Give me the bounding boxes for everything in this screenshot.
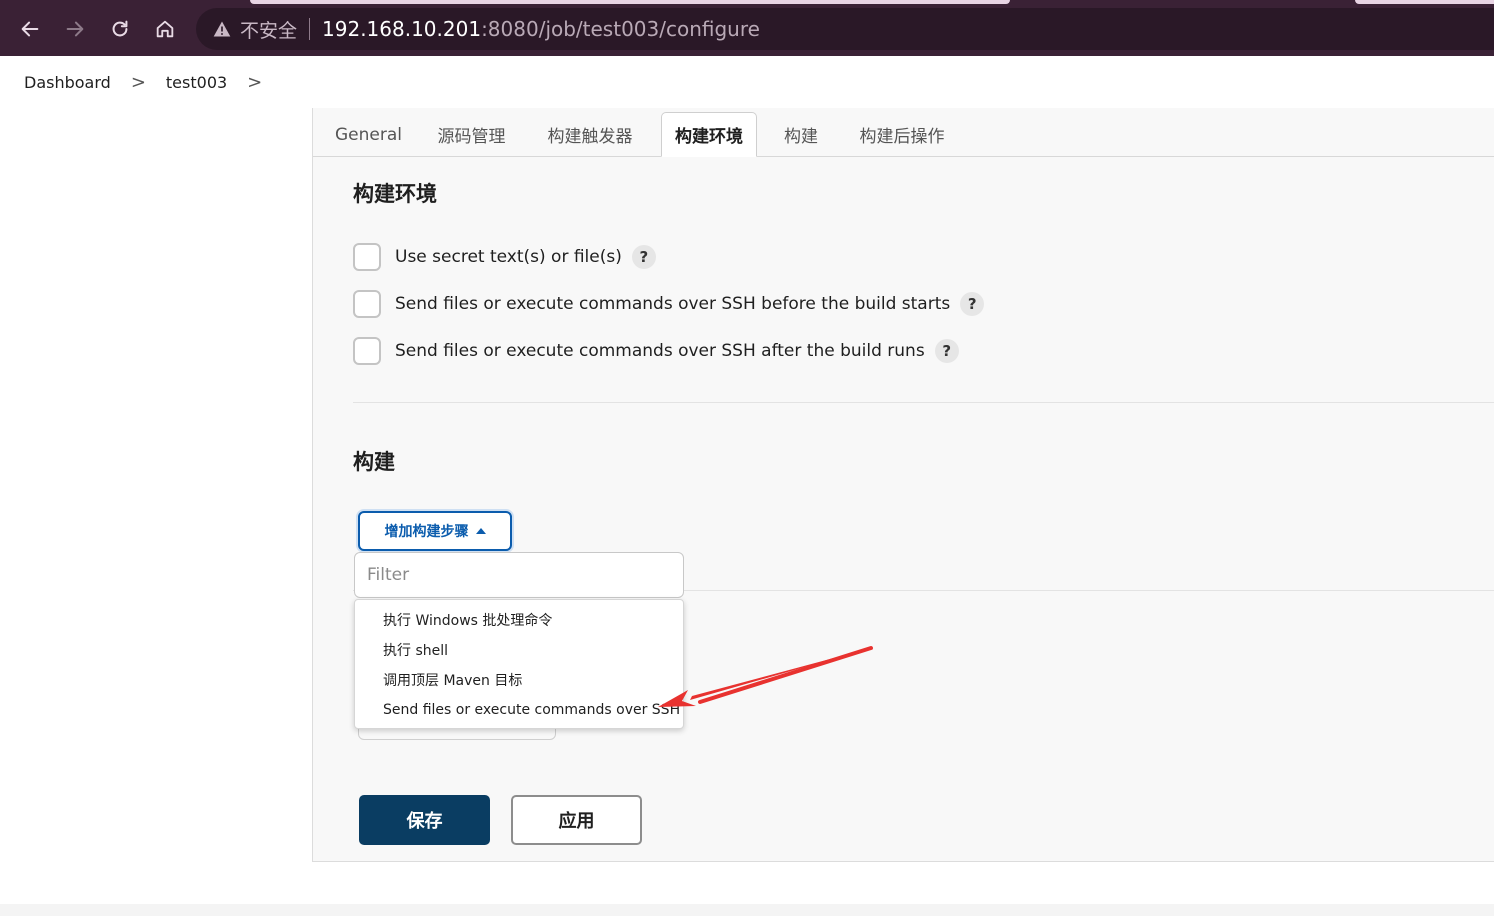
- option-ssh-before-build[interactable]: Send files or execute commands over SSH …: [353, 289, 985, 319]
- active-browser-tab[interactable]: [250, 0, 1010, 4]
- config-panel: General 源码管理 构建触发器 构建环境 构建 构建后操作 构建环境 Us…: [312, 108, 1494, 862]
- help-icon[interactable]: ?: [934, 339, 959, 363]
- section-title-build: 构建: [353, 450, 395, 474]
- address-bar[interactable]: 不安全 192.168.10.201 :8080/job/test003/con…: [196, 8, 1494, 50]
- menu-item-maven-target[interactable]: 调用顶层 Maven 目标: [355, 665, 683, 695]
- help-icon[interactable]: ?: [960, 292, 985, 316]
- build-step-dropdown: 执行 Windows 批处理命令 执行 shell 调用顶层 Maven 目标 …: [354, 599, 684, 729]
- add-build-step-button[interactable]: 增加构建步骤: [358, 511, 512, 551]
- back-arrow-icon: [21, 21, 39, 37]
- menu-item-windows-batch[interactable]: 执行 Windows 批处理命令: [355, 605, 683, 635]
- tab-scm[interactable]: 源码管理: [429, 112, 514, 157]
- tab-post-build[interactable]: 构建后操作: [851, 112, 953, 157]
- home-icon: [156, 20, 174, 38]
- back-button[interactable]: [12, 12, 48, 46]
- home-button[interactable]: [147, 12, 183, 46]
- option-label[interactable]: Send files or execute commands over SSH …: [395, 341, 925, 361]
- breadcrumb: Dashboard > test003 >: [0, 56, 1494, 108]
- breadcrumb-job[interactable]: test003: [166, 73, 227, 92]
- breadcrumb-dashboard[interactable]: Dashboard: [24, 73, 111, 92]
- chevron-right-icon: >: [130, 71, 146, 93]
- option-label[interactable]: Send files or execute commands over SSH …: [395, 294, 950, 314]
- checkbox[interactable]: [353, 337, 381, 365]
- security-status[interactable]: 不安全: [240, 16, 297, 43]
- save-button[interactable]: 保存: [359, 795, 490, 845]
- config-tabs: General 源码管理 构建触发器 构建环境 构建 构建后操作: [313, 108, 1494, 157]
- help-icon[interactable]: ?: [631, 245, 656, 269]
- add-build-step-label: 增加构建步骤: [384, 524, 469, 540]
- checkbox[interactable]: [353, 243, 381, 271]
- caret-up-icon: [475, 528, 486, 534]
- reload-button[interactable]: [102, 12, 138, 46]
- checkbox[interactable]: [353, 290, 381, 318]
- reload-icon: [112, 20, 128, 37]
- menu-item-execute-shell[interactable]: 执行 shell: [355, 635, 683, 665]
- tab-build-environment[interactable]: 构建环境: [661, 112, 757, 157]
- option-label[interactable]: Use secret text(s) or file(s): [395, 247, 622, 267]
- url-host: 192.168.10.201: [322, 17, 482, 41]
- forward-button[interactable]: [57, 12, 93, 46]
- chevron-right-icon[interactable]: >: [247, 72, 262, 93]
- section-divider: [353, 402, 1494, 403]
- warning-triangle-icon[interactable]: [212, 19, 232, 39]
- option-secret-text[interactable]: Use secret text(s) or file(s) ?: [353, 242, 656, 272]
- menu-item-ssh-publish[interactable]: Send files or execute commands over SSH: [355, 695, 683, 725]
- browser-toolbar: 不安全 192.168.10.201 :8080/job/test003/con…: [0, 0, 1494, 56]
- tab-general[interactable]: General: [331, 112, 406, 157]
- address-separator: [309, 18, 311, 40]
- tab-build[interactable]: 构建: [776, 112, 826, 157]
- url-path: :8080/job/test003/configure: [481, 17, 760, 41]
- apply-button[interactable]: 应用: [511, 795, 642, 845]
- filter-input[interactable]: [354, 552, 684, 598]
- option-ssh-after-build[interactable]: Send files or execute commands over SSH …: [353, 336, 959, 366]
- tab-build-triggers[interactable]: 构建触发器: [539, 112, 641, 157]
- section-title-build-environment: 构建环境: [353, 182, 437, 206]
- footer-strip: [0, 904, 1494, 916]
- browser-tab[interactable]: [1355, 0, 1494, 4]
- forward-arrow-icon: [66, 21, 84, 37]
